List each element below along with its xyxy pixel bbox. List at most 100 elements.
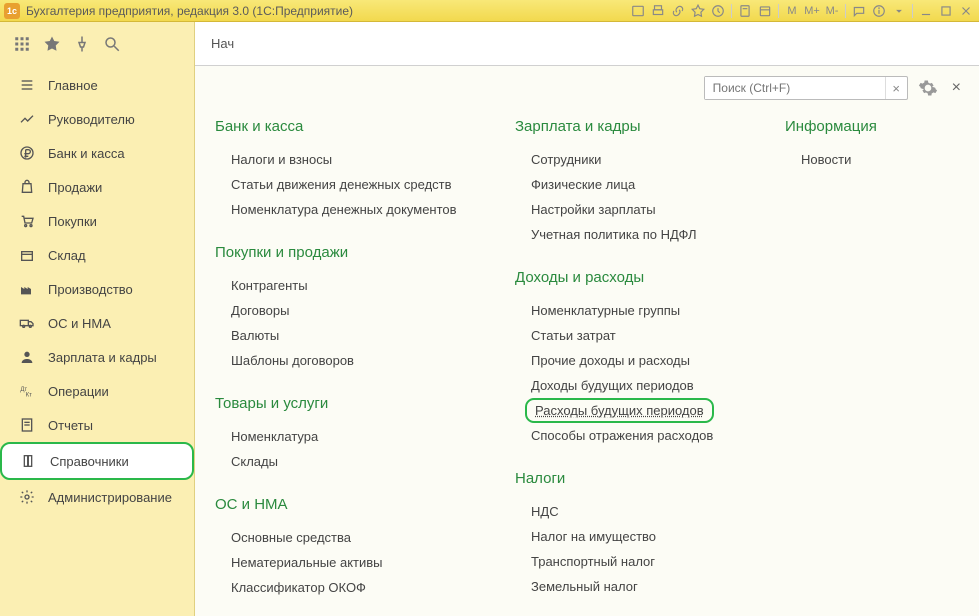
close-button[interactable]	[957, 3, 975, 19]
section-title[interactable]: Налоги	[515, 470, 755, 487]
link-list: Номенклатурные группыСтатьи затратПрочие…	[515, 298, 755, 448]
link-item[interactable]: Статьи движения денежных средств	[215, 172, 485, 197]
sidebar-item-label: Главное	[48, 78, 98, 93]
settings-gear-icon[interactable]	[918, 78, 938, 98]
link-item[interactable]: Шаблоны договоров	[215, 348, 485, 373]
minimize-button[interactable]	[917, 3, 935, 19]
link-item[interactable]: Доходы будущих периодов	[515, 373, 755, 398]
link-item[interactable]: Основные средства	[215, 525, 485, 550]
link-item[interactable]: Налоги и взносы	[215, 147, 485, 172]
sidebar-item-label: Зарплата и кадры	[48, 350, 157, 365]
message-icon[interactable]	[850, 3, 868, 19]
sidebar-item-label: Администрирование	[48, 490, 172, 505]
memory-mminus-button[interactable]: M-	[823, 3, 841, 19]
sidebar-item-label: Руководителю	[48, 112, 135, 127]
print-preview-icon[interactable]	[629, 3, 647, 19]
info-icon[interactable]	[870, 3, 888, 19]
separator	[731, 4, 732, 18]
sidebar-item-book[interactable]: Справочники	[0, 442, 194, 480]
history-icon[interactable]	[709, 3, 727, 19]
favorite-icon[interactable]	[689, 3, 707, 19]
link-item[interactable]: Нематериальные активы	[215, 550, 485, 575]
section-title[interactable]: Доходы и расходы	[515, 269, 755, 286]
sidebar-item-truck[interactable]: ОС и НМА	[0, 306, 194, 340]
main-area: ГлавноеРуководителюБанк и кассаПродажиПо…	[0, 22, 979, 616]
sidebar-item-home[interactable]: Главное	[0, 68, 194, 102]
tab-start[interactable]: Нач	[207, 36, 234, 51]
sidebar-item-factory[interactable]: Производство	[0, 272, 194, 306]
link-item[interactable]: Новости	[785, 147, 935, 172]
link-item[interactable]: Сотрудники	[515, 147, 755, 172]
search-input[interactable]	[705, 77, 885, 99]
link-item[interactable]: Прочие доходы и расходы	[515, 348, 755, 373]
link-item[interactable]: Транспортный налог	[515, 549, 755, 574]
link-item[interactable]: Налог на имущество	[515, 524, 755, 549]
link-item[interactable]: Номенклатура денежных документов	[215, 197, 485, 222]
link-item[interactable]: Учетная политика по НДФЛ	[515, 222, 755, 247]
link-item[interactable]: Классификатор ОКОФ	[215, 575, 485, 600]
sidebar-item-bag[interactable]: Продажи	[0, 170, 194, 204]
sidebar-item-gear[interactable]: Администрирование	[0, 480, 194, 514]
link-item[interactable]: Земельный налог	[515, 574, 755, 599]
separator	[912, 4, 913, 18]
link-item[interactable]: НДС	[515, 499, 755, 524]
apps-grid-icon[interactable]	[12, 34, 32, 54]
search-box: ×	[704, 76, 908, 100]
print-icon[interactable]	[649, 3, 667, 19]
link-item[interactable]: Валюты	[215, 323, 485, 348]
link-columns: Банк и касса Налоги и взносыСтатьи движен…	[195, 66, 979, 616]
section-title[interactable]: Товары и услуги	[215, 395, 485, 412]
section-title[interactable]: Зарплата и кадры	[515, 118, 755, 135]
content-header: Нач	[195, 22, 979, 66]
sidebar-item-box[interactable]: Склад	[0, 238, 194, 272]
link-icon[interactable]	[669, 3, 687, 19]
book-icon	[20, 452, 38, 470]
section-title[interactable]: Информация	[785, 118, 935, 135]
memory-m-button[interactable]: M	[783, 3, 801, 19]
section-title[interactable]: Банк и касса	[215, 118, 485, 135]
link-item[interactable]: Настройки зарплаты	[515, 197, 755, 222]
sidebar-item-label: Склад	[48, 248, 86, 263]
link-item[interactable]: Номенклатурные группы	[515, 298, 755, 323]
box-icon	[18, 246, 36, 264]
link-item[interactable]: Расходы будущих периодов	[525, 398, 714, 423]
search-icon[interactable]	[102, 34, 122, 54]
title-bar: 1c Бухгалтерия предприятия, редакция 3.0…	[0, 0, 979, 22]
link-list: КонтрагентыДоговорыВалютыШаблоны договор…	[215, 273, 485, 373]
memory-mplus-button[interactable]: M+	[803, 3, 821, 19]
pin-icon[interactable]	[72, 34, 92, 54]
section-title[interactable]: ОС и НМА	[215, 496, 485, 513]
link-item[interactable]: Номенклатура	[215, 424, 485, 449]
app-logo-icon: 1c	[4, 3, 20, 19]
calculator-icon[interactable]	[736, 3, 754, 19]
link-item[interactable]: Физические лица	[515, 172, 755, 197]
sidebar-item-dtkt[interactable]: ДтКтОперации	[0, 374, 194, 408]
star-icon[interactable]	[42, 34, 62, 54]
sidebar-item-label: Операции	[48, 384, 109, 399]
sidebar-item-report[interactable]: Отчеты	[0, 408, 194, 442]
section-title[interactable]: Покупки и продажи	[215, 244, 485, 261]
link-item[interactable]: Контрагенты	[215, 273, 485, 298]
link-item[interactable]: Статьи затрат	[515, 323, 755, 348]
panel-close-button[interactable]: ×	[948, 79, 965, 97]
link-item[interactable]: Склады	[215, 449, 485, 474]
home-icon	[18, 76, 36, 94]
sidebar-item-label: Производство	[48, 282, 133, 297]
chart-icon	[18, 110, 36, 128]
svg-text:Кт: Кт	[26, 392, 32, 398]
column-3: Информация Новости	[785, 118, 935, 596]
maximize-button[interactable]	[937, 3, 955, 19]
sidebar-item-ruble[interactable]: Банк и касса	[0, 136, 194, 170]
link-item[interactable]: Способы отражения расходов	[515, 423, 755, 448]
dropdown-icon[interactable]	[890, 3, 908, 19]
link-item[interactable]: Договоры	[215, 298, 485, 323]
sidebar-item-person[interactable]: Зарплата и кадры	[0, 340, 194, 374]
sidebar-item-cart[interactable]: Покупки	[0, 204, 194, 238]
search-clear-button[interactable]: ×	[885, 77, 907, 99]
link-list: Новости	[785, 147, 935, 172]
sidebar-item-label: Справочники	[50, 454, 129, 469]
link-list: НДСНалог на имуществоТранспортный налогЗ…	[515, 499, 755, 599]
calendar-icon[interactable]	[756, 3, 774, 19]
sidebar-item-chart[interactable]: Руководителю	[0, 102, 194, 136]
sidebar-item-label: Банк и касса	[48, 146, 125, 161]
